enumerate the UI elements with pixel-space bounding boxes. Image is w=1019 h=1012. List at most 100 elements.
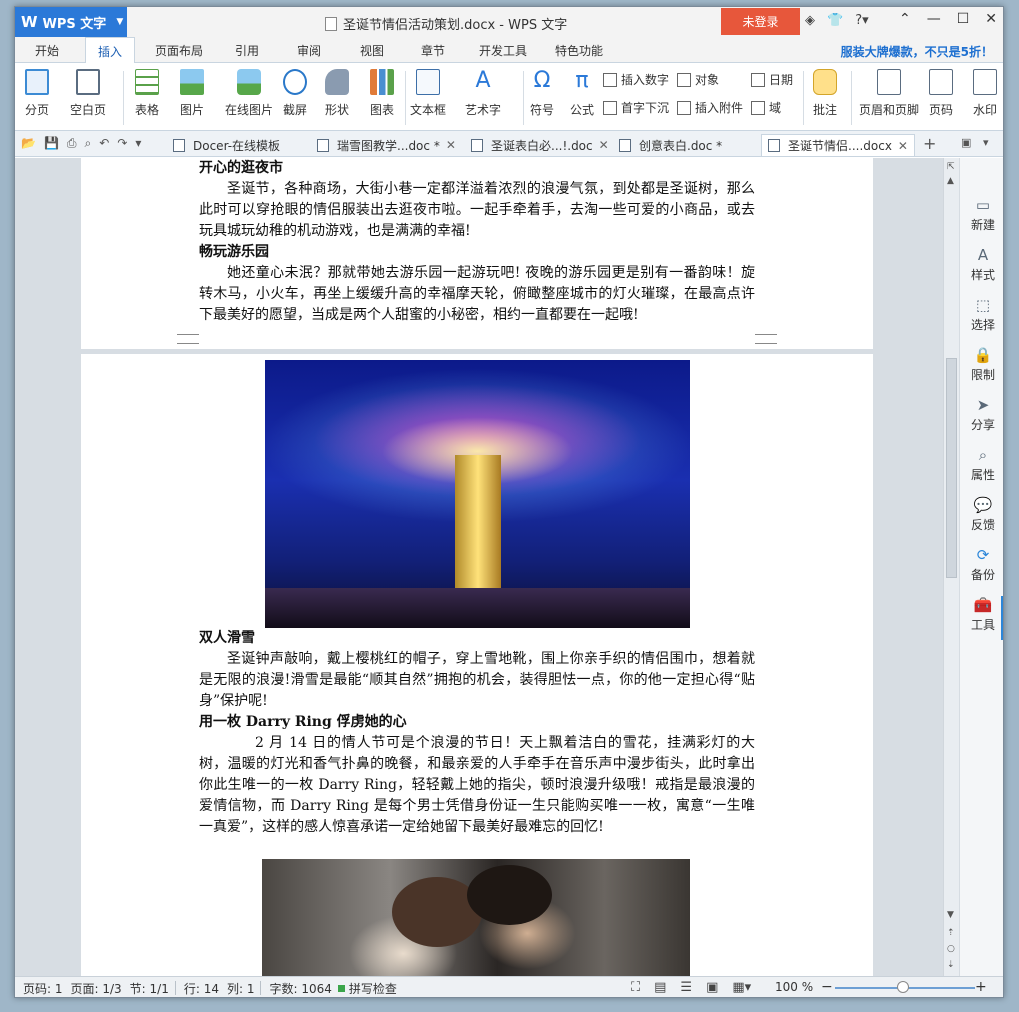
app-menu-button[interactable]: W WPS 文字 ▼ [15,7,127,37]
tab-chapter[interactable]: 章节 [421,42,445,59]
prev-page-icon[interactable]: ⇡ [947,928,955,938]
spell-check-toggle[interactable]: 拼写检查 [337,980,397,997]
page-view-icon[interactable]: ▤ [654,980,666,995]
tab-menu-icon[interactable]: ▾ [983,136,989,149]
outline-view-icon[interactable]: ☰ [680,980,692,995]
page-break-button[interactable]: 分页 [25,69,49,118]
page-text[interactable]: 开心的逛夜市 圣诞节，各种商场，大街小巷一定都洋溢着浓烈的浪漫气氛，到处都是圣诞… [199,158,755,326]
side-select-button[interactable]: ⬚ 选择 [960,296,1003,333]
zoom-out-icon[interactable]: − [821,979,833,995]
textbox-label: 文本框 [410,103,447,117]
tab-developer[interactable]: 开发工具 [479,42,527,59]
side-tools-button[interactable]: 🧰 工具 [960,596,1003,633]
vertical-scrollbar[interactable]: ⇱ ▲ ▼ ⇡ ○ ⇣ [943,158,959,976]
zoom-level[interactable]: 100 % [775,980,813,994]
redo-icon[interactable]: ↷ [117,136,127,151]
close-tab-icon[interactable]: ✕ [599,138,609,152]
skin-icon[interactable]: ◈ [805,13,815,28]
tab-insert[interactable]: 插入 [85,37,136,64]
login-button[interactable]: 未登录 [721,8,800,35]
page-number-label: 页码 [929,103,954,117]
insert-number-button[interactable]: 插入数字 [603,71,669,88]
picture-button[interactable]: 图片 [180,69,204,118]
online-picture-button[interactable]: 在线图片 [225,69,273,118]
header-footer-button[interactable]: 页眉和页脚 [859,69,919,118]
tab-review[interactable]: 审阅 [297,42,321,59]
shirt-icon[interactable]: 👕 [827,13,843,28]
object-button[interactable]: 对象 [677,71,719,88]
more-icon[interactable]: ▾ [135,136,141,151]
new-tab-icon[interactable]: + [923,134,936,153]
tab-features[interactable]: 特色功能 [555,42,603,59]
doc-tab[interactable]: 创意表白.doc * [613,134,728,156]
close-tab-icon[interactable]: ✕ [446,138,456,152]
doc-tab[interactable]: 瑞雪图教学...doc * ✕ [311,134,462,156]
table-button[interactable]: 表格 [135,69,159,118]
side-feedback-button[interactable]: 💬 反馈 [960,496,1003,533]
side-share-button[interactable]: ➤ 分享 [960,396,1003,433]
doc-tab-active[interactable]: 圣诞节情侣....docx ✕ [761,134,915,156]
document-area[interactable]: 开心的逛夜市 圣诞节，各种商场，大街小巷一定都洋溢着浓烈的浪漫气氛，到处都是圣诞… [15,158,943,976]
carousel-photo[interactable] [265,360,690,628]
tab-home[interactable]: 开始 [35,42,59,59]
scroll-up-icon[interactable]: ▲ [947,176,954,186]
blank-page-button[interactable]: 空白页 [70,69,106,118]
web-view-icon[interactable]: ▣ [706,980,718,995]
collapse-ribbon-icon[interactable]: ⌃ [899,11,911,27]
tab-list-icon[interactable]: ▣ [961,136,971,149]
comment-button[interactable]: 批注 [813,69,837,118]
promo-link[interactable]: 服装大牌爆款，不只是5折！ [841,43,993,60]
side-new-button[interactable]: ▭ 新建 [960,196,1003,233]
doc-tab[interactable]: 圣诞表白必...!.doc ✕ [465,134,615,156]
textbox-button[interactable]: 文本框 [410,69,446,118]
formula-button[interactable]: π 公式 [570,69,594,118]
doc-tab[interactable]: Docer-在线模板 [167,134,286,156]
side-restrict-button[interactable]: 🔒 限制 [960,346,1003,383]
tab-view[interactable]: 视图 [360,42,384,59]
status-section[interactable]: 节: 1/1 [130,980,169,997]
side-style-button[interactable]: A 样式 [960,246,1003,283]
help-icon[interactable]: ?▾ [855,13,868,28]
select-browse-icon[interactable]: ○ [947,944,955,954]
document-icon [471,138,483,152]
close-icon[interactable]: ✕ [985,11,997,27]
tab-page-layout[interactable]: 页面布局 [155,42,203,59]
number-icon [603,72,617,87]
status-words[interactable]: 字数: 1064 [269,980,331,997]
page-text[interactable]: 双人滑雪 圣诞钟声敲响，戴上樱桃红的帽子，穿上雪地靴，围上你亲手织的情侣围巾，想… [199,628,755,838]
reading-view-icon[interactable]: ▦▾ [732,980,751,995]
couple-photo[interactable] [262,859,690,976]
zoom-slider-knob[interactable] [897,981,909,993]
print-icon[interactable]: ⎙ [67,136,77,151]
print-preview-icon[interactable]: ⌕ [85,136,92,151]
symbol-button[interactable]: Ω 符号 [530,69,554,118]
save-icon[interactable]: 💾 [44,136,59,151]
field-button[interactable]: 域 [751,99,781,116]
zoom-in-icon[interactable]: + [975,979,987,995]
open-icon[interactable]: 📂 [21,136,36,151]
scroll-top-icon[interactable]: ⇱ [947,162,955,172]
screenshot-button[interactable]: 截屏 [283,69,307,118]
maximize-icon[interactable]: ☐ [957,11,970,27]
chart-button[interactable]: 图表 [370,69,394,118]
minimize-icon[interactable]: — [927,11,941,27]
fullscreen-icon[interactable]: ⛶ [631,980,640,995]
status-page-code[interactable]: 页码: 1 [23,980,63,997]
scrollbar-thumb[interactable] [946,358,957,578]
scroll-down-icon[interactable]: ▼ [947,910,954,920]
side-backup-button[interactable]: ⟳ 备份 [960,546,1003,583]
dropcap-button[interactable]: 首字下沉 [603,99,669,116]
shape-button[interactable]: 形状 [325,69,349,118]
close-tab-icon[interactable]: ✕ [898,139,908,153]
next-page-icon[interactable]: ⇣ [947,960,955,970]
attachment-button[interactable]: 插入附件 [677,99,743,116]
select-icon: ⬚ [975,296,991,314]
status-page[interactable]: 页面: 1/3 [71,980,122,997]
date-button[interactable]: 日期 [751,71,793,88]
side-properties-button[interactable]: ⌕ 属性 [960,446,1003,483]
tab-references[interactable]: 引用 [235,42,259,59]
watermark-button[interactable]: 水印 [973,69,997,118]
undo-icon[interactable]: ↶ [99,136,109,151]
page-number-button[interactable]: 页码 [929,69,953,118]
wordart-button[interactable]: A 艺术字 [465,69,501,118]
